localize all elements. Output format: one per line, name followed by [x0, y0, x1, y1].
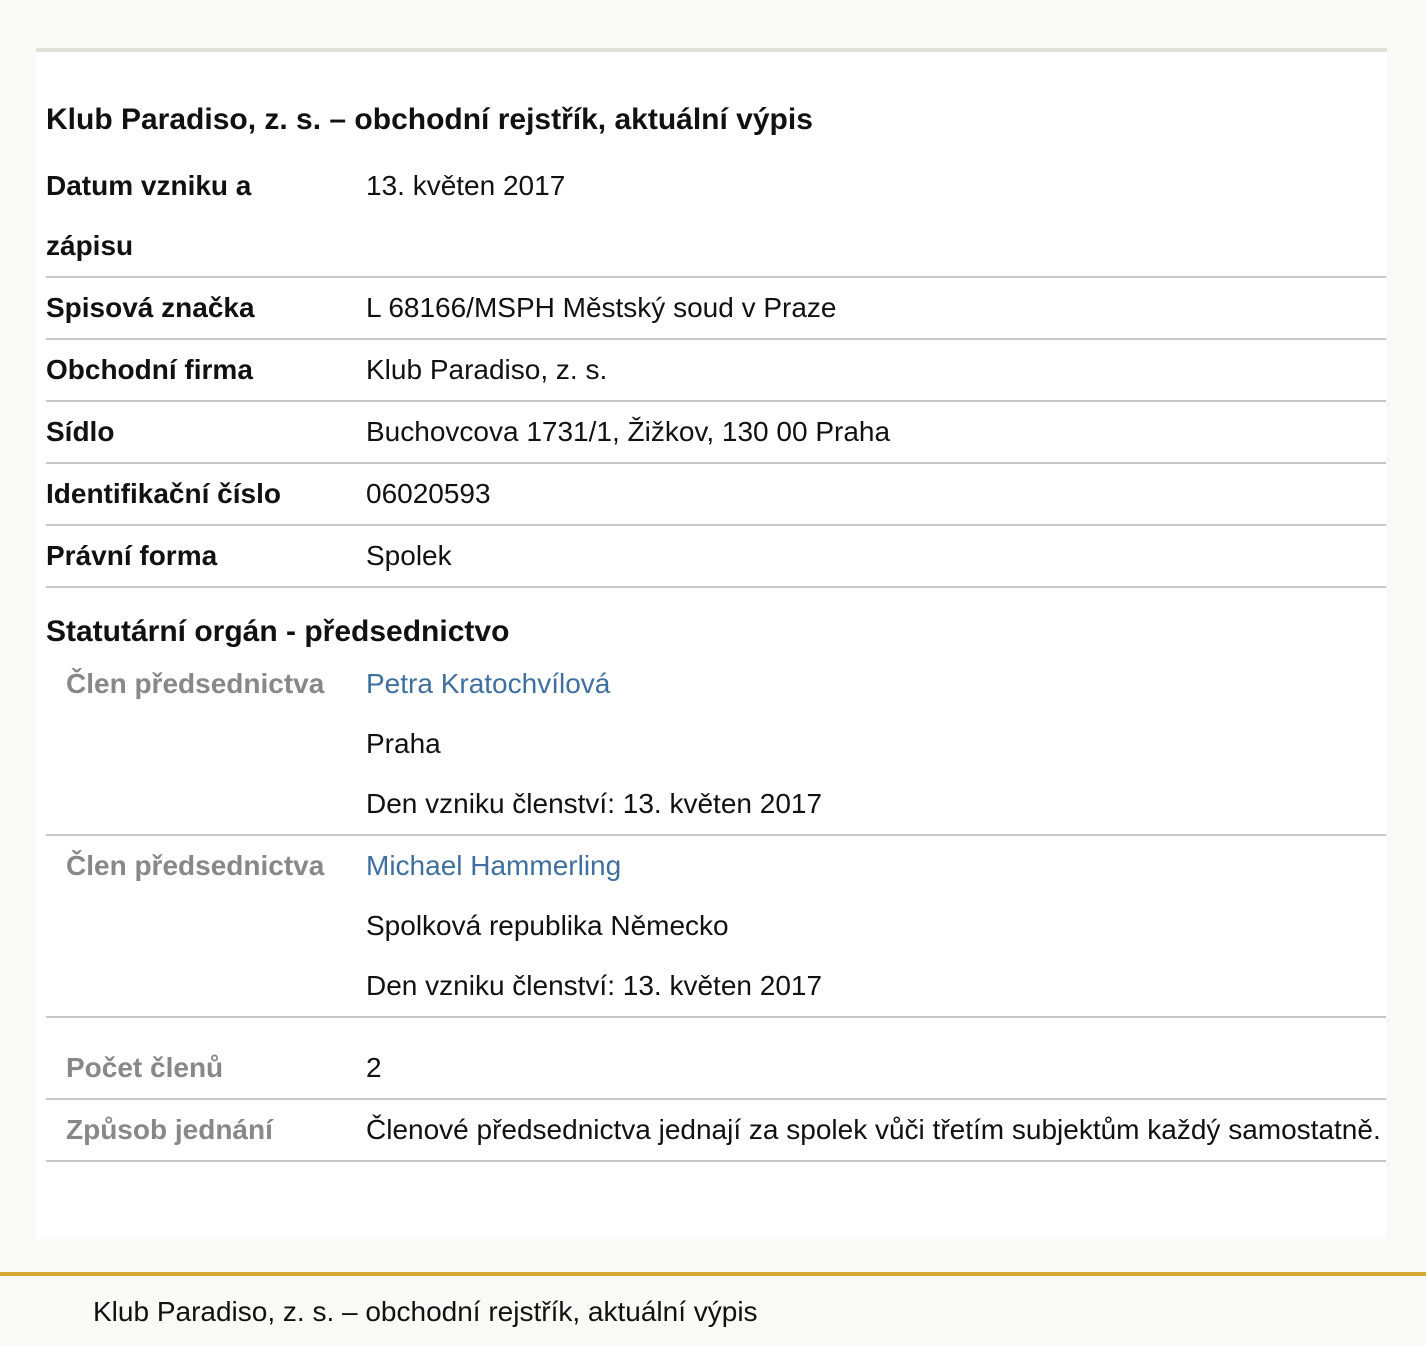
- member-name-link[interactable]: Michael Hammerling: [366, 850, 621, 881]
- member-location: Praha: [366, 728, 441, 759]
- field-label: Spisová značka: [46, 292, 255, 323]
- field-value: Klub Paradiso, z. s.: [366, 354, 608, 385]
- register-card: Klub Paradiso, z. s. – obchodní rejstřík…: [36, 48, 1387, 1239]
- row-business-name: Obchodní firma Klub Paradiso, z. s.: [46, 340, 1386, 402]
- row-identification-number: Identifikační číslo 06020593: [46, 464, 1386, 526]
- field-label: Právní forma: [46, 540, 218, 571]
- field-label: Počet členů: [66, 1052, 224, 1083]
- member-details: Michael Hammerling Spolková republika Ně…: [366, 836, 1386, 1016]
- row-registered-office: Sídlo Buchovcova 1731/1, Žižkov, 130 00 …: [46, 402, 1386, 464]
- field-value: 2: [366, 1052, 382, 1083]
- field-value: Spolek: [366, 540, 452, 571]
- field-label: Sídlo: [46, 416, 115, 447]
- footer-title: Klub Paradiso, z. s. – obchodní rejstřík…: [93, 1296, 758, 1327]
- member-since: Den vzniku členství: 13. květen 2017: [366, 970, 823, 1001]
- member-role-label: Člen předsednictva: [66, 850, 325, 881]
- member-since: Den vzniku členství: 13. květen 2017: [366, 788, 823, 819]
- field-value: Buchovcova 1731/1, Žižkov, 130 00 Praha: [366, 416, 891, 447]
- row-member-count: Počet členů 2: [46, 1018, 1386, 1100]
- member-role-label: Člen předsednictva: [66, 668, 325, 699]
- field-value: L 68166/MSPH Městský soud v Praze: [366, 292, 837, 323]
- member-name-link[interactable]: Petra Kratochvílová: [366, 668, 610, 699]
- field-value: 06020593: [366, 478, 491, 509]
- member-location: Spolková republika Německo: [366, 910, 729, 941]
- field-label: Identifikační číslo: [46, 478, 281, 509]
- row-file-number: Spisová značka L 68166/MSPH Městský soud…: [46, 278, 1386, 340]
- field-value: 13. květen 2017: [366, 170, 566, 201]
- row-manner-of-acting: Způsob jednání Členové předsednictva jed…: [46, 1100, 1386, 1162]
- page-title: Klub Paradiso, z. s. – obchodní rejstřík…: [46, 103, 813, 136]
- board-member-row: Člen předsednictva Petra Kratochvílová P…: [46, 654, 1386, 836]
- footer: Klub Paradiso, z. s. – obchodní rejstřík…: [0, 1272, 1426, 1346]
- row-date-of-registration: Datum vzniku a zápisu 13. květen 2017: [46, 156, 1386, 278]
- board-member-row: Člen předsednictva Michael Hammerling Sp…: [46, 836, 1386, 1018]
- statutory-heading: Statutární orgán - předsednictvo: [46, 615, 510, 648]
- field-label: Obchodní firma: [46, 354, 253, 385]
- member-details: Petra Kratochvílová Praha Den vzniku čle…: [366, 654, 1386, 834]
- register-table: Datum vzniku a zápisu 13. květen 2017 Sp…: [46, 156, 1386, 1162]
- row-legal-form: Právní forma Spolek: [46, 526, 1386, 588]
- field-label: Způsob jednání: [66, 1114, 273, 1145]
- field-label: Datum vzniku a zápisu: [46, 170, 252, 261]
- field-value: Členové předsednictva jednají za spolek …: [366, 1114, 1381, 1145]
